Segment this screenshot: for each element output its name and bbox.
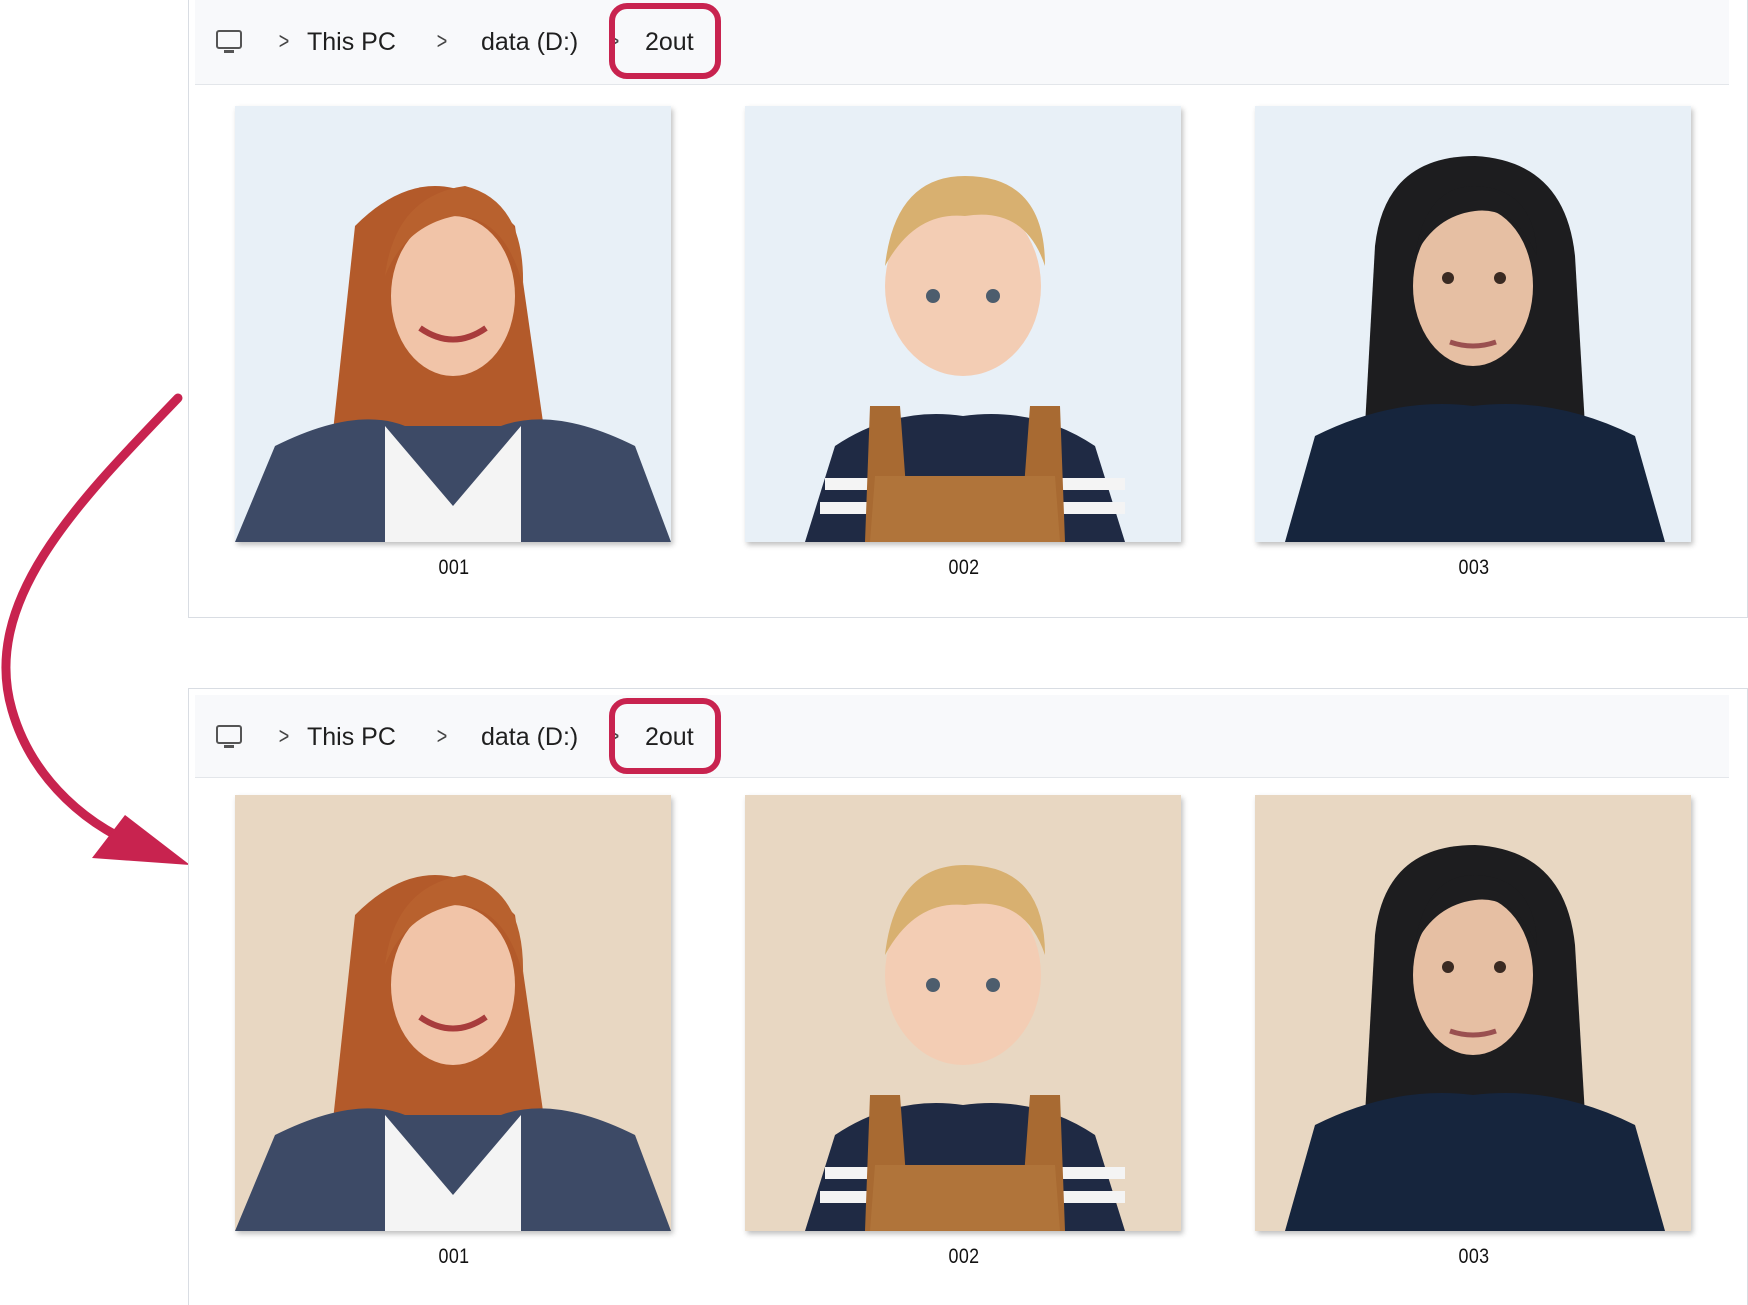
file-thumbnail[interactable]: 002 [745,795,1183,1269]
photo-thumbnail [1255,106,1691,542]
file-name: 002 [948,556,980,579]
curved-arrow-icon [1,393,190,865]
photo-thumbnail [1255,795,1691,1231]
chevron-right-icon[interactable]: > [437,28,448,56]
address-bar[interactable]: > This PC > data (D:) > 2out [195,695,1729,778]
chevron-right-icon[interactable]: > [437,723,448,751]
explorer-window-original: > This PC > data (D:) > 2out 001 002 003 [188,0,1748,618]
computer-icon[interactable] [215,723,243,751]
address-bar[interactable]: > This PC > data (D:) > 2out [195,0,1729,85]
photo-thumbnail [235,795,671,1231]
breadcrumb-this-pc[interactable]: This PC [307,26,396,58]
breadcrumb-data-drive[interactable]: data (D:) [481,721,578,753]
file-thumbnail[interactable]: 003 [1255,106,1693,580]
breadcrumb-this-pc[interactable]: This PC [307,721,396,753]
chevron-right-icon[interactable]: > [279,28,290,56]
file-thumbnail[interactable]: 001 [235,795,673,1269]
photo-thumbnail [235,106,671,542]
file-name: 003 [1458,556,1490,579]
highlight-box [609,3,721,79]
photo-thumbnail [745,795,1181,1231]
highlight-box [609,698,721,774]
file-name: 001 [438,1245,470,1268]
photo-thumbnail [745,106,1181,542]
explorer-window-result: > This PC > data (D:) > 2out 001 002 003 [188,688,1748,1305]
file-thumbnail[interactable]: 002 [745,106,1183,580]
file-name: 003 [1458,1245,1490,1268]
breadcrumb: > This PC > data (D:) > 2out [195,695,1729,777]
file-name: 001 [438,556,470,579]
computer-icon[interactable] [215,28,243,56]
chevron-right-icon[interactable]: > [279,723,290,751]
file-thumbnail[interactable]: 001 [235,106,673,580]
breadcrumb-data-drive[interactable]: data (D:) [481,26,578,58]
file-thumbnail[interactable]: 003 [1255,795,1693,1269]
breadcrumb: > This PC > data (D:) > 2out [195,0,1729,84]
file-name: 002 [948,1245,980,1268]
